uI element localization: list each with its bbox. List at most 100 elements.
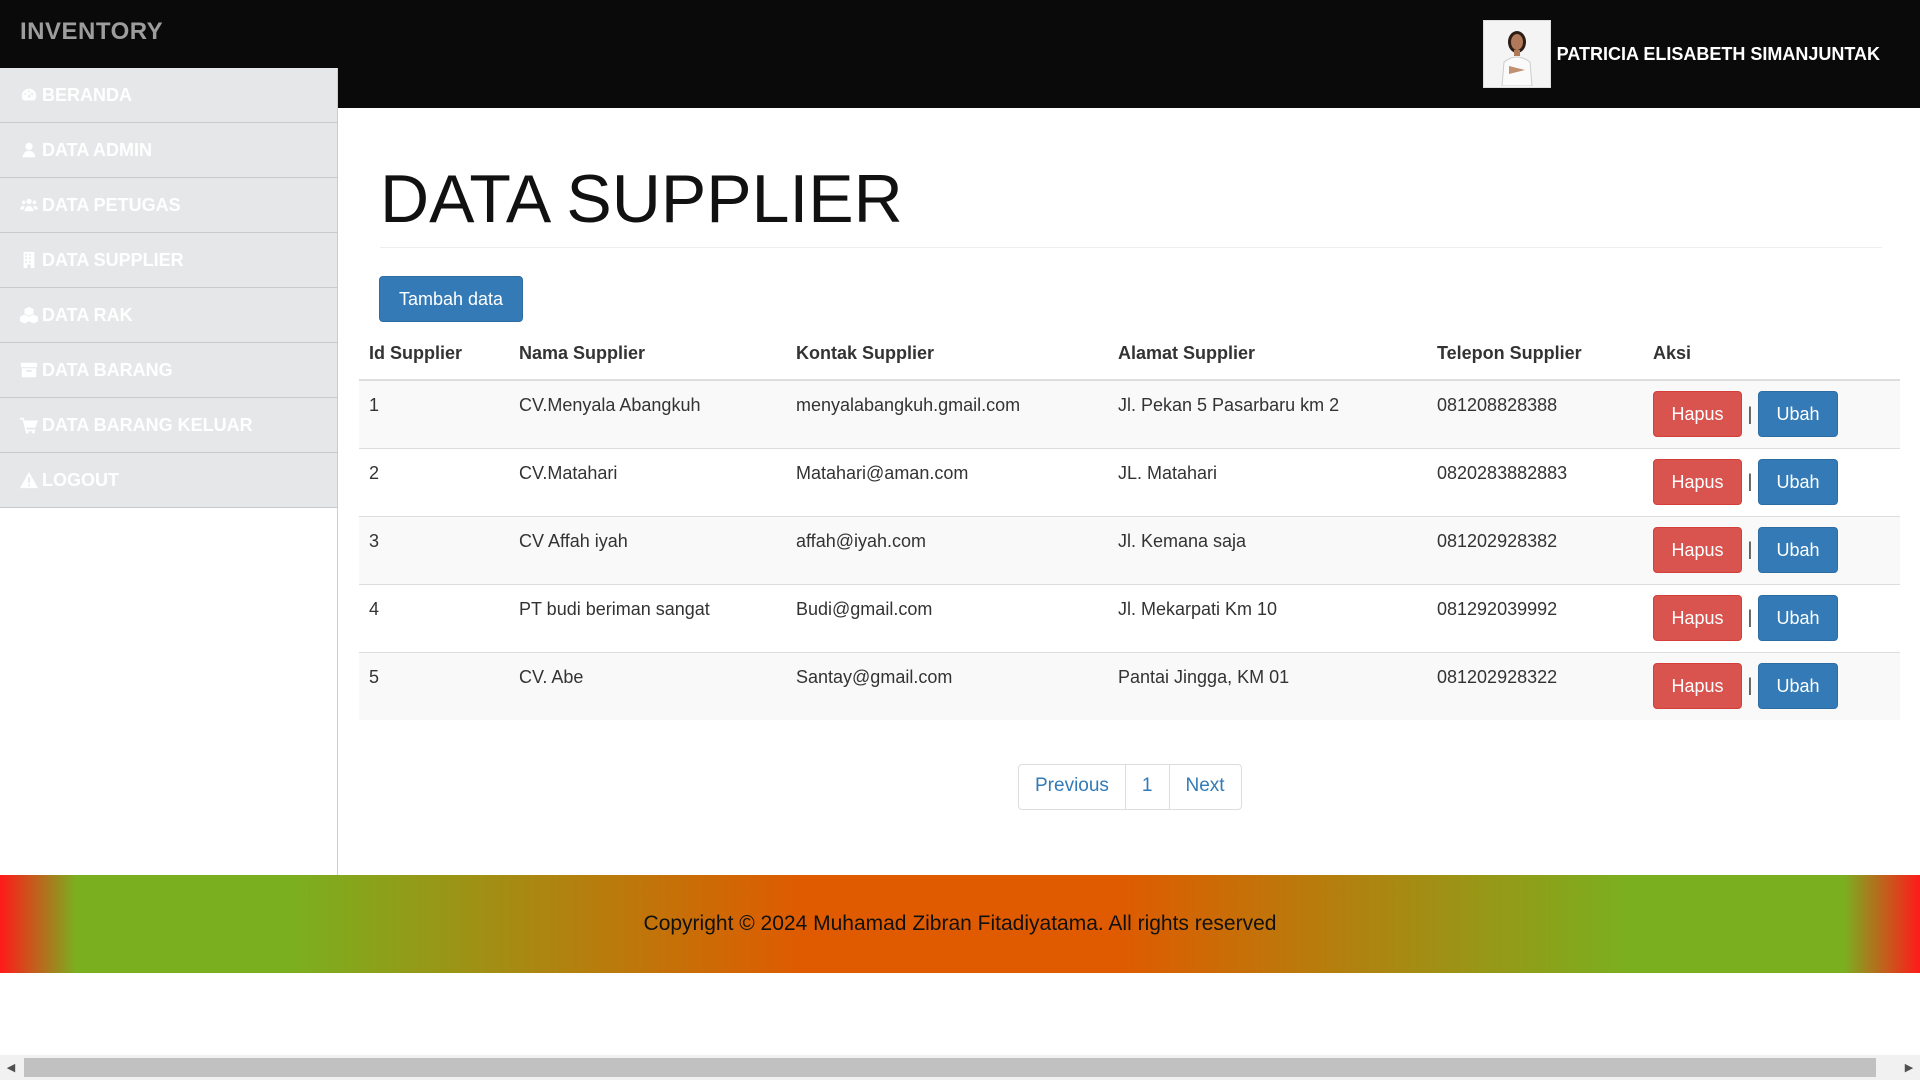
app-brand[interactable]: INVENTORY [20, 18, 163, 46]
cell-address: Pantai Jingga, KM 01 [1108, 651, 1427, 720]
edit-button[interactable]: Ubah [1758, 594, 1838, 641]
user-icon [22, 142, 36, 158]
column-header-address: Alamat Supplier [1108, 328, 1427, 381]
pagination-previous[interactable]: Previous [1019, 765, 1125, 809]
sidebar-item-label: DATA BARANG KELUAR [42, 414, 253, 435]
sidebar-item-data-barang[interactable]: DATA BARANG [0, 343, 337, 398]
table-row: 1 CV.Menyala Abangkuh menyalabangkuh.gma… [359, 379, 1900, 448]
cell-contact: affah@iyah.com [786, 515, 1108, 584]
horizontal-scrollbar[interactable]: ◀ ▶ [0, 1055, 1920, 1080]
table-row: 5 CV. Abe Santay@gmail.com Pantai Jingga… [359, 651, 1900, 720]
column-header-contact: Kontak Supplier [786, 328, 1108, 381]
archive-icon [20, 362, 38, 378]
supplier-table: Id Supplier Nama Supplier Kontak Supplie… [359, 328, 1900, 720]
cell-contact: Santay@gmail.com [786, 651, 1108, 720]
sidebar-item-label: LOGOUT [42, 469, 119, 490]
delete-button[interactable]: Hapus [1653, 391, 1742, 437]
table-header-row: Id Supplier Nama Supplier Kontak Supplie… [359, 328, 1900, 381]
column-header-name: Nama Supplier [509, 328, 786, 381]
cell-actions: Hapus | Ubah [1643, 583, 1900, 652]
add-data-button[interactable]: Tambah data [379, 276, 523, 322]
scroll-right-icon[interactable]: ▶ [1898, 1055, 1920, 1080]
delete-button[interactable]: Hapus [1653, 526, 1742, 573]
cell-id: 5 [359, 651, 509, 720]
delete-button[interactable]: Hapus [1653, 662, 1742, 709]
cart-icon [20, 417, 38, 434]
sidebar-item-label: BERANDA [42, 84, 132, 105]
cell-name: CV.Matahari [509, 447, 786, 516]
cell-address: Jl. Kemana saja [1108, 515, 1427, 584]
sidebar-item-data-petugas[interactable]: DATA PETUGAS [0, 178, 337, 233]
warning-icon [20, 471, 38, 489]
edit-button[interactable]: Ubah [1758, 458, 1838, 505]
cell-phone: 0820283882883 [1427, 447, 1643, 516]
edit-button[interactable]: Ubah [1758, 526, 1838, 573]
user-photo-icon [1491, 22, 1542, 86]
sidebar-item-label: DATA BARANG [42, 359, 173, 380]
edit-button[interactable]: Ubah [1758, 391, 1838, 437]
edit-button[interactable]: Ubah [1758, 662, 1838, 709]
pagination-page-1[interactable]: 1 [1124, 765, 1169, 809]
sidebar-item-logout[interactable]: LOGOUT [0, 453, 337, 508]
delete-button[interactable]: Hapus [1653, 594, 1742, 641]
cell-contact: Matahari@aman.com [786, 447, 1108, 516]
cell-name: PT budi beriman sangat [509, 583, 786, 652]
cell-name: CV Affah iyah [509, 515, 786, 584]
cell-phone: 081292039992 [1427, 583, 1643, 652]
cell-actions: Hapus | Ubah [1643, 447, 1900, 516]
sidebar-item-label: DATA RAK [42, 304, 133, 325]
cell-address: Jl. Mekarpati Km 10 [1108, 583, 1427, 652]
column-header-actions: Aksi [1643, 328, 1900, 381]
action-separator: | [1747, 607, 1753, 627]
page-title: DATA SUPPLIER [380, 161, 903, 237]
pagination: Previous 1 Next [1018, 764, 1242, 810]
cell-phone: 081202928382 [1427, 515, 1643, 584]
scrollbar-thumb[interactable] [24, 1058, 1876, 1077]
building-icon [23, 251, 35, 269]
scroll-left-icon[interactable]: ◀ [0, 1055, 22, 1080]
column-header-phone: Telepon Supplier [1427, 328, 1643, 381]
sidebar-item-data-barang-keluar[interactable]: DATA BARANG KELUAR [0, 398, 337, 453]
cell-address: JL. Matahari [1108, 447, 1427, 516]
cell-actions: Hapus | Ubah [1643, 379, 1900, 448]
footer: Copyright © 2024 Muhamad Zibran Fitadiya… [0, 875, 1920, 973]
cell-id: 2 [359, 447, 509, 516]
cell-name: CV. Abe [509, 651, 786, 720]
sidebar: BERANDA DATA ADMIN DATA PETUGAS DATA SUP… [0, 68, 338, 875]
dashboard-icon [21, 88, 37, 101]
sidebar-item-data-admin[interactable]: DATA ADMIN [0, 123, 337, 178]
cell-address: Jl. Pekan 5 Pasarbaru km 2 [1108, 379, 1427, 448]
cell-phone: 081208828388 [1427, 379, 1643, 448]
column-header-id: Id Supplier [359, 328, 509, 381]
table-row: 4 PT budi beriman sangat Budi@gmail.com … [359, 583, 1900, 652]
action-separator: | [1747, 471, 1753, 491]
sidebar-item-label: DATA ADMIN [42, 139, 152, 160]
cell-contact: menyalabangkuh.gmail.com [786, 379, 1108, 448]
action-separator: | [1747, 539, 1753, 559]
delete-button[interactable]: Hapus [1653, 458, 1742, 505]
cell-id: 4 [359, 583, 509, 652]
sidebar-item-label: DATA PETUGAS [42, 194, 181, 215]
cell-contact: Budi@gmail.com [786, 583, 1108, 652]
title-divider [380, 247, 1882, 248]
users-icon [20, 198, 38, 212]
pagination-next[interactable]: Next [1168, 765, 1241, 809]
footer-copyright: Copyright © 2024 Muhamad Zibran Fitadiya… [643, 912, 1277, 935]
cell-id: 1 [359, 379, 509, 448]
cell-id: 3 [359, 515, 509, 584]
user-name[interactable]: PATRICIA ELISABETH SIMANJUNTAK [1557, 44, 1880, 65]
table-row: 2 CV.Matahari Matahari@aman.com JL. Mata… [359, 447, 1900, 516]
action-separator: | [1747, 403, 1753, 424]
cell-phone: 081202928322 [1427, 651, 1643, 720]
table-row: 3 CV Affah iyah affah@iyah.com Jl. Keman… [359, 515, 1900, 584]
main-content: DATA SUPPLIER Tambah data Id Supplier Na… [338, 108, 1920, 875]
user-profile[interactable]: PATRICIA ELISABETH SIMANJUNTAK [1482, 20, 1880, 88]
cell-actions: Hapus | Ubah [1643, 651, 1900, 720]
action-separator: | [1747, 675, 1753, 695]
user-avatar [1482, 20, 1551, 88]
sidebar-item-data-supplier[interactable]: DATA SUPPLIER [0, 233, 337, 288]
cell-name: CV.Menyala Abangkuh [509, 379, 786, 448]
sidebar-item-beranda[interactable]: BERANDA [0, 68, 337, 123]
cell-actions: Hapus | Ubah [1643, 515, 1900, 584]
sidebar-item-data-rak[interactable]: DATA RAK [0, 288, 337, 343]
